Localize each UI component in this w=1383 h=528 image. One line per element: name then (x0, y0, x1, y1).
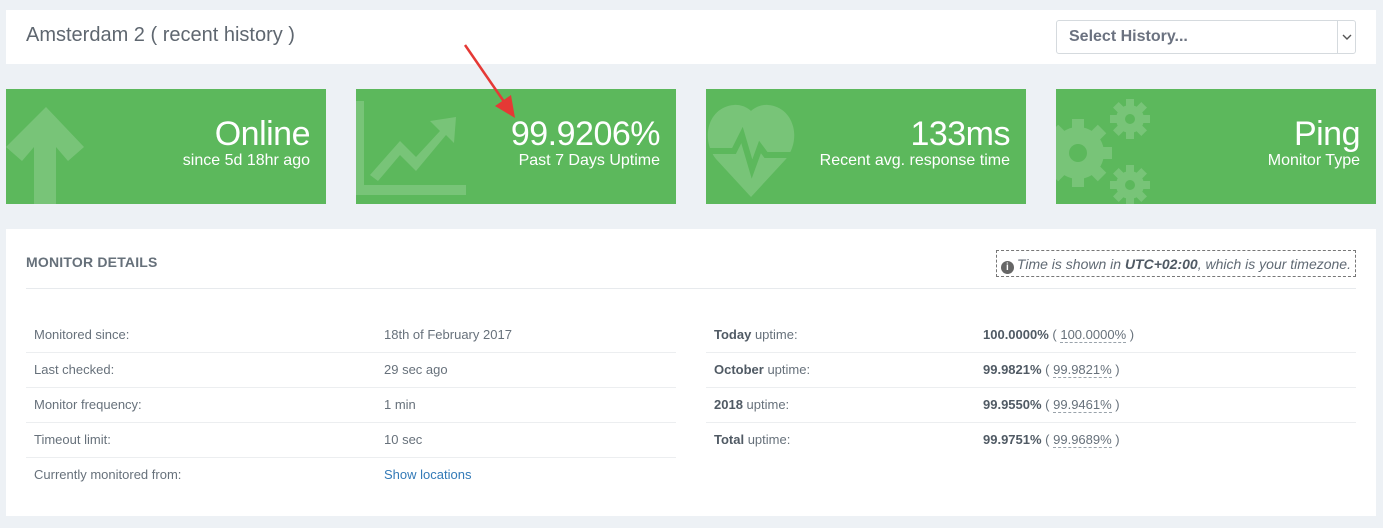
alt-uptime-value[interactable]: 99.9461% (1053, 397, 1112, 413)
table-row: Today uptime: 100.0000% ( 100.0000% ) (706, 317, 1356, 353)
row-label: Today uptime: (706, 317, 975, 353)
uptime-caption: Past 7 Days Uptime (518, 152, 660, 169)
timezone-value: UTC+02:00 (1124, 256, 1198, 272)
chevron-down-icon (1337, 21, 1355, 53)
row-value: 29 sec ago (376, 352, 676, 388)
row-value: 10 sec (376, 422, 676, 458)
row-label: Currently monitored from: (34, 467, 182, 483)
table-row: October uptime: 99.9821% ( 99.9821% ) (706, 352, 1356, 388)
row-value: 99.9751% ( 99.9689% ) (983, 432, 1120, 449)
table-row: 2018 uptime: 99.9550% ( 99.9461% ) (706, 387, 1356, 423)
response-caption: Recent avg. response time (819, 152, 1010, 169)
table-row: Timeout limit: 10 sec (26, 422, 676, 458)
row-label: Total uptime: (714, 432, 791, 448)
monitor-type-caption: Monitor Type (1267, 152, 1360, 169)
timezone-note: i Time is shown in UTC+02:00, which is yo… (995, 250, 1356, 277)
alt-uptime-value[interactable]: 99.9689% (1053, 432, 1112, 449)
heartbeat-icon (707, 104, 795, 197)
row-label: 2018 uptime: (706, 387, 975, 423)
monitor-info-table: Monitored since: 18th of February 2017 L… (26, 317, 676, 492)
monitor-type-value: Ping (1293, 115, 1361, 153)
history-select-value: Select History... (1069, 28, 1188, 45)
uptime-table: Today uptime: 100.0000% ( 100.0000% ) Oc… (706, 317, 1356, 457)
row-label: Timeout limit: (26, 422, 376, 458)
alt-uptime-value[interactable]: 100.0000% (1060, 326, 1127, 343)
table-row: Monitor frequency: 1 min (26, 387, 676, 423)
status-value: Online (214, 115, 311, 153)
arrow-up-icon (6, 107, 84, 204)
annotation-arrow-icon (463, 44, 515, 118)
status-caption: since 5d 18hr ago (182, 152, 310, 169)
response-value: 133ms (910, 115, 1010, 153)
status-tile: Online since 5d 18hr ago (6, 89, 326, 204)
monitor-details-card: MONITOR DETAILS i Time is shown in UTC+02… (6, 229, 1376, 516)
row-value: 100.0000% ( 100.0000% ) (975, 317, 1356, 353)
row-label: Last checked: (26, 352, 376, 388)
response-tile: 133ms Recent avg. response time (706, 89, 1026, 204)
monitor-type-tile: Ping Monitor Type (1056, 89, 1376, 204)
page-title: Amsterdam 2 ( recent history ) (26, 24, 295, 46)
row-value: 1 min (376, 387, 676, 423)
table-row: Last checked: 29 sec ago (26, 352, 676, 388)
row-value: 99.9821% ( 99.9821% ) (975, 352, 1356, 388)
row-label: October uptime: (706, 352, 975, 388)
table-row: Monitored since: 18th of February 2017 (26, 317, 676, 353)
divider (26, 288, 1356, 289)
row-label: Monitored since: (26, 317, 376, 353)
uptime-value: 99.9206% (510, 115, 661, 153)
table-row: Currently monitored from: Show locations (26, 457, 676, 492)
table-row: Total uptime: 99.9751% ( 99.9689% ) (706, 422, 1356, 457)
row-value: 18th of February 2017 (376, 317, 676, 353)
show-locations-link[interactable]: Show locations (384, 467, 471, 482)
details-title: MONITOR DETAILS (26, 254, 158, 270)
alt-uptime-value[interactable]: 99.9821% (1053, 362, 1112, 378)
info-icon: i (1000, 261, 1014, 274)
history-select[interactable]: Select History... (1056, 20, 1356, 54)
row-label: Monitor frequency: (26, 387, 376, 423)
row-value: 99.9550% ( 99.9461% ) (975, 387, 1356, 423)
gears-icon (1056, 99, 1150, 204)
header-card: Amsterdam 2 ( recent history ) Select Hi… (6, 10, 1376, 64)
